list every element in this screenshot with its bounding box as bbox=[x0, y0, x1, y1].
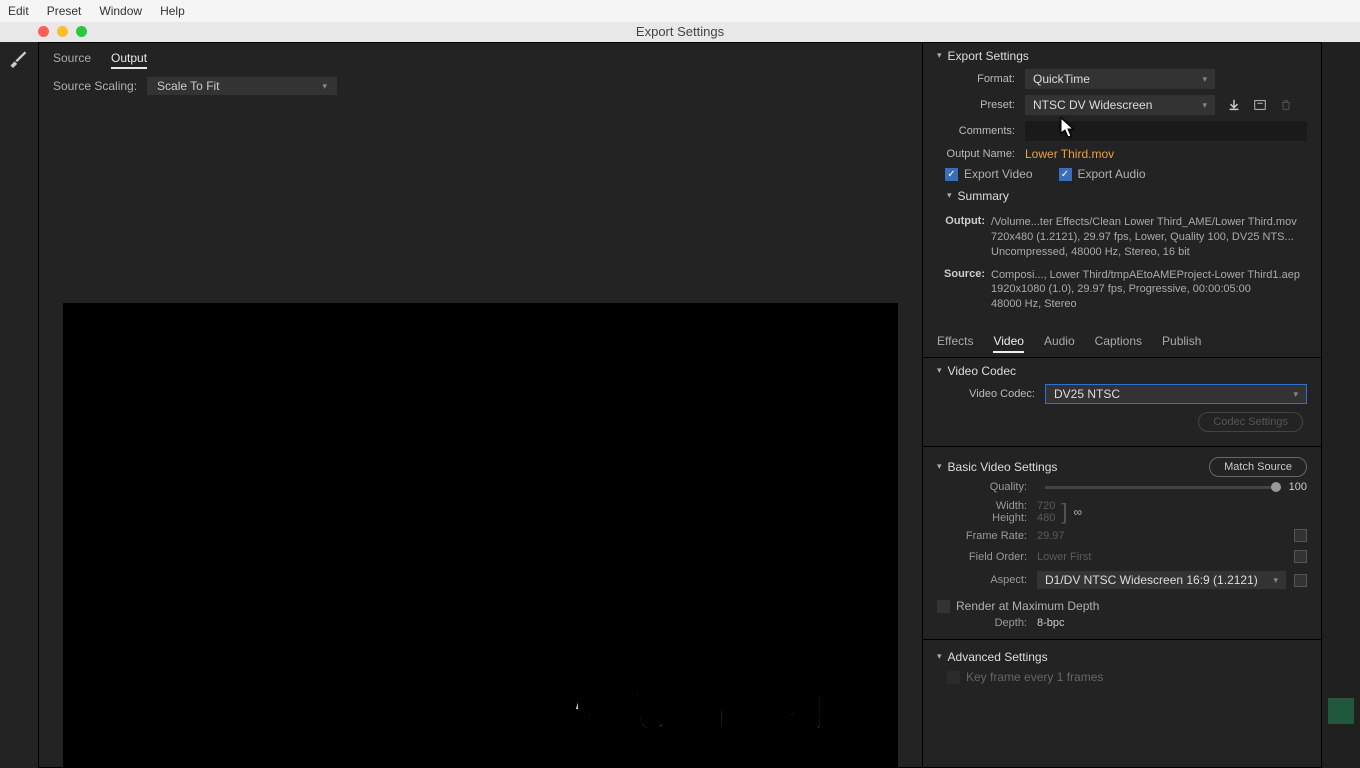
quality-value: 100 bbox=[1289, 481, 1307, 493]
keyframe-checkbox bbox=[947, 671, 960, 684]
codec-settings-button: Codec Settings bbox=[1198, 412, 1303, 432]
aspect-label: Aspect: bbox=[937, 574, 1027, 586]
aspect-reset-checkbox[interactable] bbox=[1294, 574, 1307, 587]
menu-preset[interactable]: Preset bbox=[47, 4, 82, 18]
chevron-down-icon: ▾ bbox=[1202, 100, 1207, 111]
dialog-title: Export Settings bbox=[636, 24, 724, 39]
output-name-link[interactable]: Lower Third.mov bbox=[1025, 147, 1114, 161]
tab-output[interactable]: Output bbox=[111, 51, 147, 69]
dialog-titlebar: Export Settings bbox=[0, 22, 1360, 42]
source-scaling-dropdown[interactable]: Scale To Fit ▾ bbox=[147, 77, 337, 95]
tab-video[interactable]: Video bbox=[993, 334, 1023, 353]
twirl-icon[interactable]: ▾ bbox=[937, 50, 942, 61]
left-toolbar bbox=[0, 42, 38, 768]
summary-source-text: Composi..., Lower Third/tmpAEtoAMEProjec… bbox=[991, 268, 1307, 313]
output-name-label: Output Name: bbox=[923, 148, 1015, 160]
comments-label: Comments: bbox=[937, 125, 1015, 137]
comments-input[interactable] bbox=[1025, 121, 1307, 141]
close-icon[interactable] bbox=[38, 26, 49, 37]
tab-effects[interactable]: Effects bbox=[937, 334, 973, 353]
brush-tool-icon[interactable] bbox=[8, 48, 28, 68]
preset-dropdown[interactable]: NTSC DV Widescreen ▾ bbox=[1025, 95, 1215, 115]
field-order-label: Field Order: bbox=[937, 551, 1027, 563]
export-audio-checkbox[interactable]: ✓ bbox=[1059, 168, 1072, 181]
maximize-icon[interactable] bbox=[76, 26, 87, 37]
export-video-checkbox[interactable]: ✓ bbox=[945, 168, 958, 181]
render-max-depth-label: Render at Maximum Depth bbox=[956, 599, 1099, 613]
format-dropdown[interactable]: QuickTime ▾ bbox=[1025, 69, 1215, 89]
twirl-icon[interactable]: ▾ bbox=[947, 190, 952, 201]
timeline-marker-icon bbox=[1328, 698, 1354, 724]
format-label: Format: bbox=[937, 73, 1015, 85]
tab-audio[interactable]: Audio bbox=[1044, 334, 1075, 353]
chevron-down-icon: ▾ bbox=[323, 81, 328, 92]
preset-label: Preset: bbox=[937, 99, 1015, 111]
export-settings-heading: Export Settings bbox=[948, 49, 1029, 63]
tab-captions[interactable]: Captions bbox=[1095, 334, 1142, 353]
height-value: 480 bbox=[1037, 512, 1055, 524]
width-label: Width: bbox=[937, 500, 1027, 512]
render-max-depth-checkbox[interactable] bbox=[937, 600, 950, 613]
frame-rate-label: Frame Rate: bbox=[937, 530, 1027, 542]
quality-slider[interactable] bbox=[1045, 486, 1281, 489]
delete-preset-icon bbox=[1277, 96, 1295, 114]
aspect-value: D1/DV NTSC Widescreen 16:9 (1.2121) bbox=[1045, 573, 1258, 587]
import-preset-icon[interactable] bbox=[1251, 96, 1269, 114]
video-codec-dropdown[interactable]: DV25 NTSC ▾ bbox=[1045, 384, 1307, 404]
menu-help[interactable]: Help bbox=[160, 4, 185, 18]
video-codec-heading: Video Codec bbox=[948, 364, 1017, 378]
slider-thumb-icon[interactable] bbox=[1271, 482, 1281, 492]
chevron-down-icon: ▾ bbox=[1293, 389, 1298, 400]
link-bracket-icon: ] bbox=[1061, 499, 1067, 525]
minimize-icon[interactable] bbox=[57, 26, 68, 37]
twirl-icon[interactable]: ▾ bbox=[937, 651, 942, 662]
subtitle-overlay: 格式这里我打算 bbox=[568, 678, 876, 739]
depth-value: 8-bpc bbox=[1037, 617, 1065, 629]
preset-value: NTSC DV Widescreen bbox=[1033, 98, 1152, 112]
advanced-settings-heading: Advanced Settings bbox=[948, 650, 1048, 664]
chevron-down-icon: ▾ bbox=[1202, 74, 1207, 85]
video-preview: 格式这里我打算 bbox=[63, 303, 898, 767]
source-scaling-value: Scale To Fit bbox=[157, 79, 219, 93]
app-menu-bar: Edit Preset Window Help bbox=[0, 0, 1360, 22]
match-source-button[interactable]: Match Source bbox=[1209, 457, 1307, 477]
basic-video-heading: Basic Video Settings bbox=[948, 460, 1058, 474]
twirl-icon[interactable]: ▾ bbox=[937, 461, 942, 472]
field-order-reset-checkbox[interactable] bbox=[1294, 550, 1307, 563]
depth-label: Depth: bbox=[937, 617, 1027, 629]
summary-output-text: /Volume...ter Effects/Clean Lower Third_… bbox=[991, 215, 1307, 260]
keyframe-label: Key frame every 1 frames bbox=[966, 670, 1103, 684]
video-codec-label: Video Codec: bbox=[947, 388, 1035, 400]
source-scaling-label: Source Scaling: bbox=[53, 79, 137, 93]
summary-output-label: Output: bbox=[937, 215, 985, 260]
summary-heading: Summary bbox=[958, 189, 1009, 203]
height-label: Height: bbox=[937, 512, 1027, 524]
menu-edit[interactable]: Edit bbox=[8, 4, 29, 18]
menu-window[interactable]: Window bbox=[99, 4, 142, 18]
quality-label: Quality: bbox=[937, 481, 1027, 493]
export-audio-label: Export Audio bbox=[1078, 167, 1146, 181]
save-preset-icon[interactable] bbox=[1225, 96, 1243, 114]
tab-source[interactable]: Source bbox=[53, 51, 91, 69]
chevron-down-icon: ▾ bbox=[1273, 575, 1278, 586]
video-codec-value: DV25 NTSC bbox=[1054, 387, 1120, 401]
width-value: 720 bbox=[1037, 500, 1055, 512]
export-video-label: Export Video bbox=[964, 167, 1033, 181]
frame-rate-reset-checkbox[interactable] bbox=[1294, 529, 1307, 542]
summary-source-label: Source: bbox=[937, 268, 985, 313]
window-controls bbox=[38, 26, 87, 37]
format-value: QuickTime bbox=[1033, 72, 1090, 86]
field-order-value: Lower First bbox=[1037, 551, 1091, 563]
link-dimensions-icon[interactable]: ∞ bbox=[1073, 505, 1082, 519]
aspect-dropdown[interactable]: D1/DV NTSC Widescreen 16:9 (1.2121) ▾ bbox=[1037, 571, 1286, 589]
right-strip bbox=[1322, 42, 1360, 768]
twirl-icon[interactable]: ▾ bbox=[937, 365, 942, 376]
frame-rate-value: 29.97 bbox=[1037, 530, 1065, 542]
tab-publish[interactable]: Publish bbox=[1162, 334, 1201, 353]
